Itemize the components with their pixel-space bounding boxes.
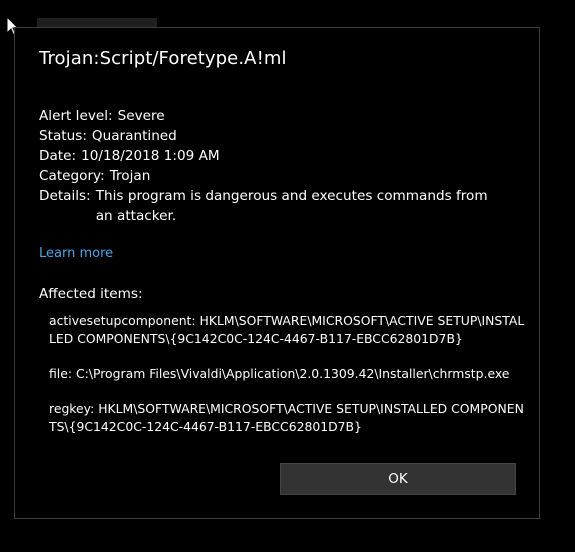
learn-more-link[interactable]: Learn more: [39, 246, 113, 261]
affected-item-file: file: C:\Program Files\Vivaldi\Applicati…: [49, 366, 510, 381]
threat-details-dialog: Trojan:Script/Foretype.A!ml Alert level:…: [14, 27, 540, 519]
affected-items-heading: Affected items:: [39, 286, 143, 302]
alert-level-row: Alert level: Severe: [39, 106, 509, 126]
category-value: Trojan: [109, 168, 151, 184]
date-value: 10/18/2018 1:09 AM: [81, 148, 220, 164]
affected-item-activesetupcomponent: activesetupcomponent: HKLM\SOFTWARE\MICR…: [49, 313, 525, 346]
threat-info: Alert level: Severe Status: Quarantined …: [39, 106, 509, 226]
date-label: Date:: [39, 148, 77, 164]
date-row: Date: 10/18/2018 1:09 AM: [39, 146, 509, 166]
details-row: Details: This program is dangerous and e…: [39, 186, 509, 226]
alert-level-label: Alert level:: [39, 108, 113, 124]
screen: Trojan:Script/Foretype.A!ml Alert level:…: [0, 0, 575, 552]
status-label: Status:: [39, 128, 87, 144]
status-value: Quarantined: [91, 128, 177, 144]
affected-items-list: activesetupcomponent: HKLM\SOFTWARE\MICR…: [49, 312, 529, 453]
status-row: Status: Quarantined: [39, 126, 509, 146]
affected-item-regkey: regkey: HKLM\SOFTWARE\MICROSOFT\ACTIVE S…: [49, 401, 524, 434]
threat-title: Trojan:Script/Foretype.A!ml: [39, 48, 287, 69]
details-value: This program is dangerous and executes c…: [95, 188, 488, 224]
alert-level-value: Severe: [117, 108, 165, 124]
ok-button[interactable]: OK: [280, 463, 516, 495]
category-row: Category: Trojan: [39, 166, 509, 186]
category-label: Category:: [39, 168, 105, 184]
details-label: Details:: [39, 188, 91, 204]
